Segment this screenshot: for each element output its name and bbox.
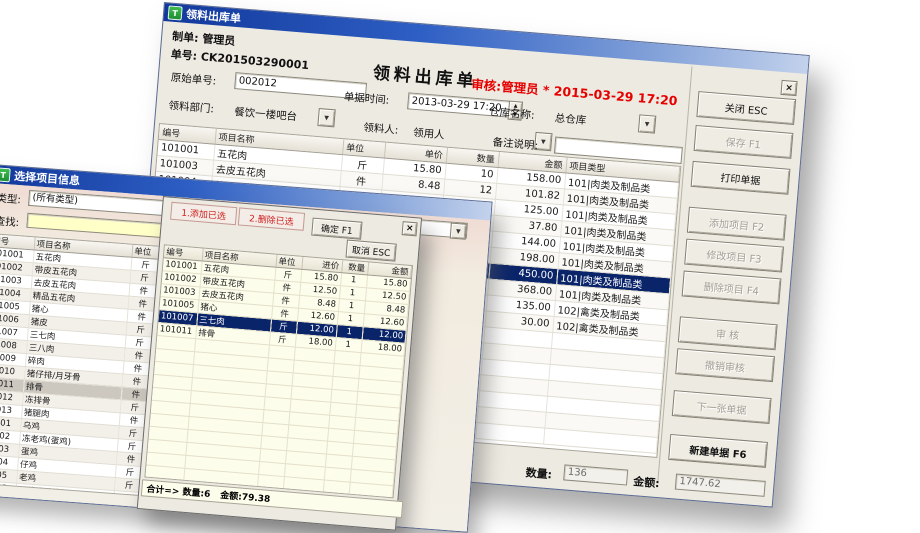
new-doc-button[interactable]: 新建单据 F6 bbox=[668, 433, 768, 468]
doc-time-label: 单据时间: bbox=[343, 91, 390, 107]
doc-no-label: 单号: CK201503290001 bbox=[170, 47, 310, 73]
selection-total-amount: 金额:79.38 bbox=[219, 490, 271, 506]
receiver-label: 领料人: bbox=[362, 121, 399, 137]
cell: 102003 bbox=[0, 441, 20, 458]
cell: 101012 bbox=[0, 389, 23, 406]
cell bbox=[282, 476, 324, 493]
side-button-panel: × 关闭 ESC 保存 F1 打印单据添加项目 F2 修改项目 F3 删除项目 F4 审 … bbox=[657, 66, 807, 493]
cell: 102005 bbox=[0, 466, 18, 484]
delete-item-button[interactable]: 删除项目 F4 bbox=[681, 270, 782, 305]
cell: 101013 bbox=[0, 402, 22, 419]
print-button[interactable]: 打印单据 bbox=[690, 160, 791, 195]
dept-value[interactable]: 餐饮一楼吧台 bbox=[234, 104, 298, 124]
window-title: 领料出库单 bbox=[185, 7, 242, 26]
warehouse-label: 仓库名称: bbox=[488, 106, 535, 122]
remove-selected-button[interactable]: 2.删除已选 bbox=[237, 207, 306, 231]
app-icon: T bbox=[0, 167, 11, 183]
dept-label: 领料部门: bbox=[168, 99, 215, 116]
unaudit-button[interactable]: 撤销审核 bbox=[675, 348, 776, 383]
next-doc-button[interactable]: 下一张单据 bbox=[671, 390, 772, 425]
add-selected-button[interactable]: 1.添加已选 bbox=[170, 201, 238, 226]
cell: 102007 bbox=[0, 492, 16, 497]
desktop: T 领料出库单 制单: 管理员 单号: CK201503290001 领料出库单… bbox=[0, 0, 920, 533]
cell bbox=[348, 482, 394, 499]
dept-dropdown-icon[interactable]: ▼ bbox=[317, 108, 336, 128]
cell: 102006 bbox=[0, 479, 17, 497]
original-no-label: 原始单号: bbox=[170, 71, 217, 88]
selected-items-window: × 1.添加已选 2.删除已选 确定 F1 取消 ESC 编号 项目名称 单位 … bbox=[136, 196, 423, 531]
item-catalog-table: 编号 项目名称 单位 101001 五花肉斤 101002 带皮五花肉斤 101003 去… bbox=[0, 233, 164, 497]
selection-total-qty: 6 bbox=[203, 489, 211, 500]
edit-item-button[interactable]: 修改项目 F3 bbox=[684, 238, 785, 273]
app-icon: T bbox=[167, 5, 183, 21]
warehouse-dropdown-icon[interactable]: ▼ bbox=[637, 114, 657, 134]
selected-items-table: 编号 项目名称 单位 进价 数量 金额 101001 五花肉斤 15.80 1 15.8… bbox=[144, 244, 414, 499]
doc-title: 领料出库单 bbox=[372, 63, 479, 92]
receiver-value[interactable]: 领用人 bbox=[413, 125, 446, 143]
add-item-button[interactable]: 添加项目 F2 bbox=[686, 206, 787, 241]
cell bbox=[145, 465, 185, 482]
doc-no-value: CK201503290001 bbox=[200, 50, 310, 73]
total-prefix: 合计=> 数量:6 bbox=[145, 484, 211, 500]
total-amount-label: 金额: bbox=[632, 475, 661, 491]
close-button[interactable]: 关闭 ESC bbox=[696, 91, 797, 126]
maker-value: 管理员 bbox=[201, 32, 236, 48]
cell: 102002 bbox=[0, 428, 21, 445]
search-label: 查找: bbox=[0, 215, 20, 230]
cell bbox=[256, 474, 284, 490]
cell: 102004 bbox=[0, 453, 19, 471]
warehouse-value[interactable]: 总仓库 bbox=[554, 110, 587, 128]
total-qty-label: 数量: bbox=[525, 466, 553, 482]
save-button[interactable]: 保存 F1 bbox=[693, 124, 794, 159]
type-label: 类型: bbox=[0, 192, 22, 207]
cell: 102001 bbox=[0, 415, 22, 432]
cancel-button[interactable]: 取消 ESC bbox=[345, 239, 397, 262]
type-dropdown-icon[interactable]: ▼ bbox=[449, 222, 467, 240]
close-icon[interactable]: × bbox=[780, 79, 798, 97]
audit-button[interactable]: 审 核 bbox=[677, 316, 778, 351]
cell bbox=[322, 479, 350, 496]
total-qty-value: 136 bbox=[563, 464, 629, 486]
confirm-button[interactable]: 确定 F1 bbox=[311, 217, 363, 240]
close-icon[interactable]: × bbox=[401, 221, 418, 237]
